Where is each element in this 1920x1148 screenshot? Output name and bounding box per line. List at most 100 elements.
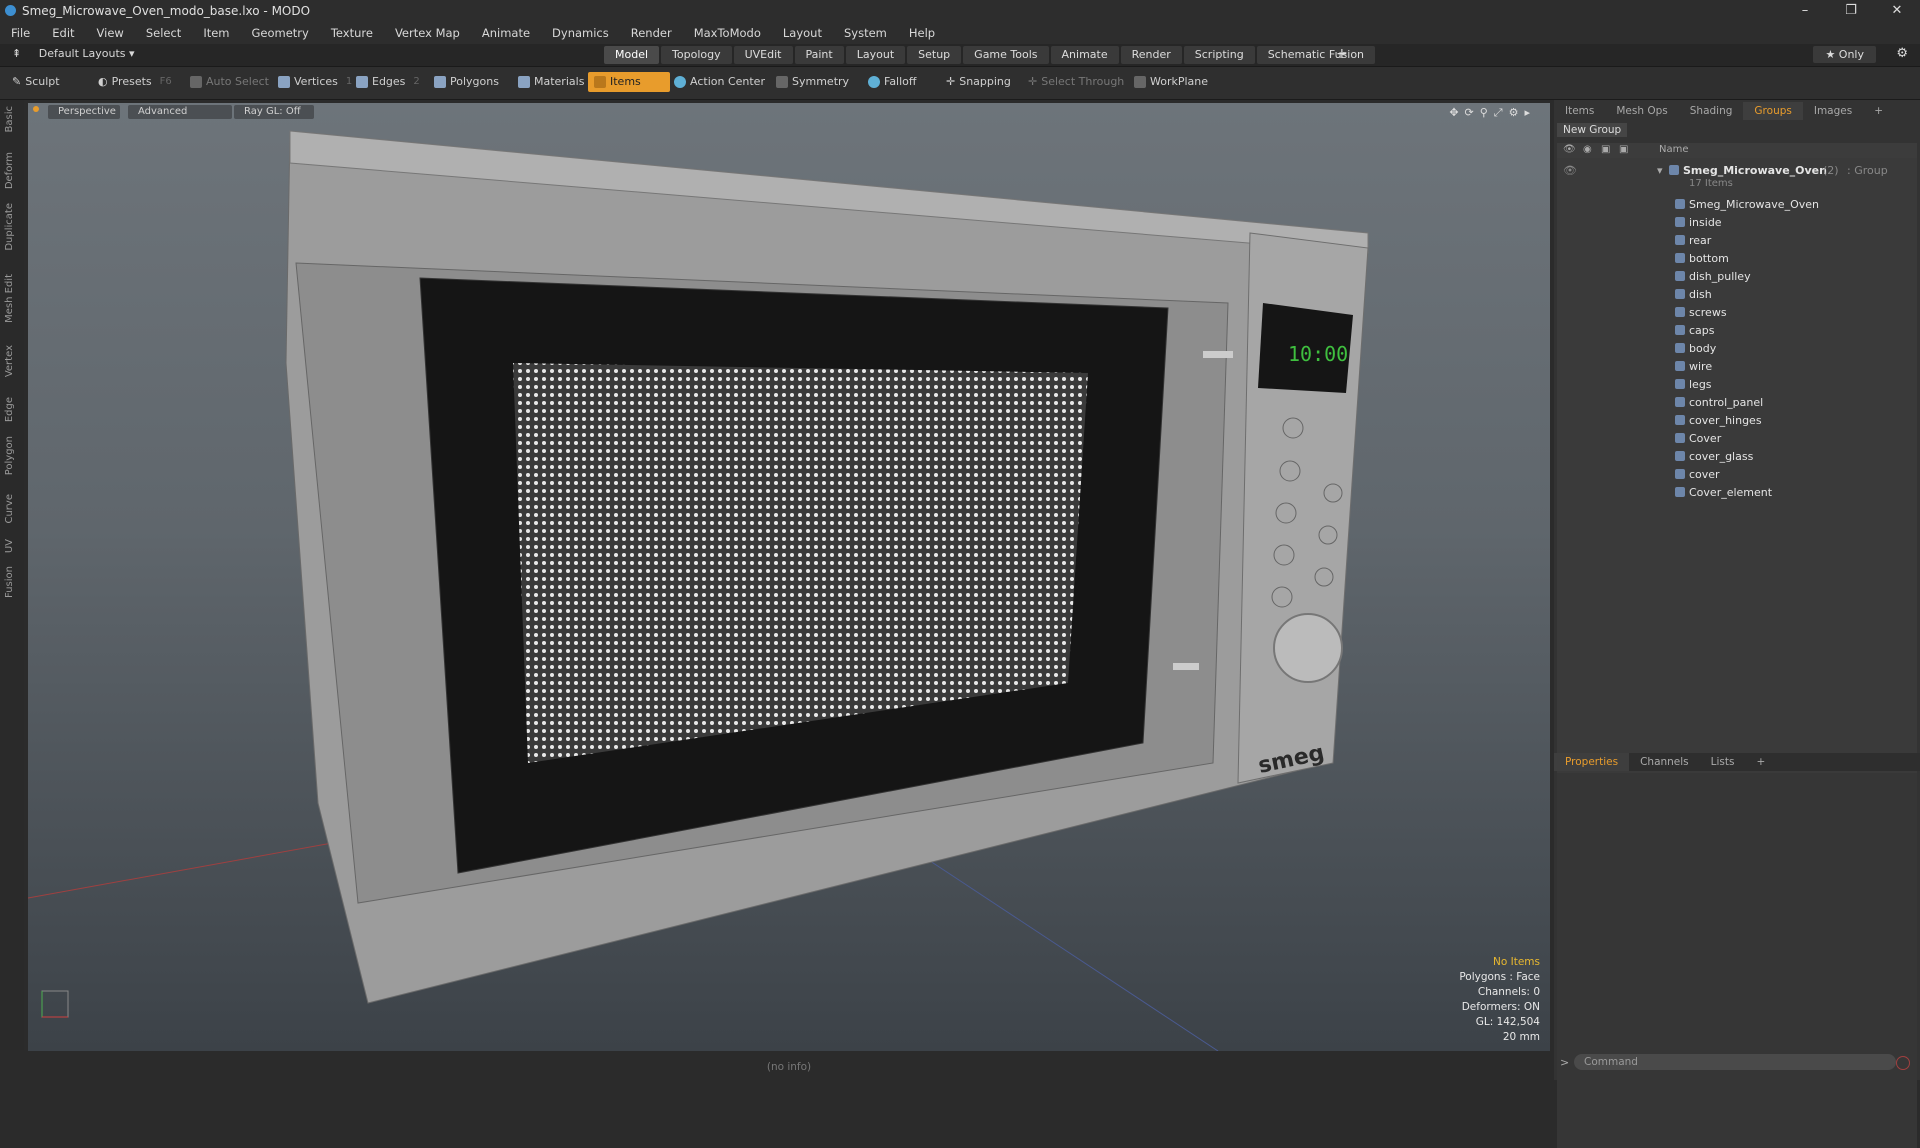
left-tab-uv[interactable]: UV: [4, 539, 18, 553]
mode-tab-layout[interactable]: Layout: [845, 46, 906, 64]
left-tab-curve[interactable]: Curve: [4, 494, 18, 524]
prop-tab-add[interactable]: +: [1745, 753, 1776, 771]
close-button[interactable]: ✕: [1874, 0, 1920, 22]
add-tab-button[interactable]: +: [1336, 46, 1348, 62]
list-item[interactable]: legs: [1557, 376, 1917, 394]
mode-tab-model[interactable]: Model: [604, 46, 660, 64]
z-axis-line: [917, 852, 1219, 1051]
list-item[interactable]: dish: [1557, 286, 1917, 304]
right-tab-items[interactable]: Items: [1554, 102, 1605, 120]
mode-tab-game-tools[interactable]: Game Tools: [963, 46, 1049, 64]
mode-tab-topology[interactable]: Topology: [661, 46, 732, 64]
list-item[interactable]: Smeg_Microwave_Oven: [1557, 196, 1917, 214]
prop-tab-channels[interactable]: Channels: [1629, 753, 1700, 771]
menu-item-animate[interactable]: Animate: [471, 26, 541, 40]
mode-tab-schematic-fusion[interactable]: Schematic Fusion: [1256, 46, 1376, 64]
mode-tab-setup[interactable]: Setup: [907, 46, 962, 64]
settings-gear-icon[interactable]: ⚙: [1896, 46, 1908, 61]
left-tab-edge[interactable]: Edge: [4, 397, 18, 422]
list-item[interactable]: cover: [1557, 466, 1917, 484]
select-through-button[interactable]: ✛ Select Through: [1022, 72, 1130, 92]
left-tab-fusion[interactable]: Fusion: [4, 566, 18, 598]
mode-tab-paint[interactable]: Paint: [794, 46, 844, 64]
list-item[interactable]: caps: [1557, 322, 1917, 340]
new-group-button[interactable]: New Group: [1557, 123, 1628, 137]
sculpt-button[interactable]: ✎ Sculpt: [6, 72, 66, 92]
list-item[interactable]: screws: [1557, 304, 1917, 322]
mode-tab-render[interactable]: Render: [1120, 46, 1182, 64]
lock-icon[interactable]: ▣: [1601, 144, 1610, 155]
prop-tab-properties[interactable]: Properties: [1554, 753, 1630, 771]
menu-item-layout[interactable]: Layout: [772, 26, 833, 40]
right-tab-mesh-ops[interactable]: Mesh Ops: [1605, 102, 1678, 120]
list-item[interactable]: bottom: [1557, 250, 1917, 268]
name-column-header[interactable]: Name: [1659, 144, 1689, 155]
right-tab-groups[interactable]: Groups: [1743, 102, 1803, 120]
list-item[interactable]: rear: [1557, 232, 1917, 250]
left-tab-vertex[interactable]: Vertex: [4, 345, 18, 377]
left-tab-duplicate[interactable]: Duplicate: [4, 203, 18, 251]
menu-item-file[interactable]: File: [0, 26, 41, 40]
mode-tab-uvedit[interactable]: UVEdit: [733, 46, 793, 64]
right-tab-add[interactable]: +: [1863, 102, 1894, 120]
falloff-button[interactable]: Falloff: [862, 72, 922, 92]
select-icon[interactable]: ▣: [1619, 144, 1628, 155]
right-tab-images[interactable]: Images: [1803, 102, 1863, 120]
group-eye-icon[interactable]: 👁: [1563, 164, 1577, 177]
list-item[interactable]: control_panel: [1557, 394, 1917, 412]
menu-item-geometry[interactable]: Geometry: [241, 26, 320, 40]
items-button[interactable]: Items: [588, 72, 670, 92]
left-tab-polygon[interactable]: Polygon: [4, 436, 18, 475]
list-item[interactable]: cover_glass: [1557, 448, 1917, 466]
polygons-button[interactable]: Polygons: [428, 72, 505, 92]
materials-button[interactable]: Materials: [512, 72, 590, 92]
list-item[interactable]: body: [1557, 340, 1917, 358]
edges-shortcut: 2: [413, 76, 420, 87]
menu-item-dynamics[interactable]: Dynamics: [541, 26, 620, 40]
menu-item-vertex-map[interactable]: Vertex Map: [384, 26, 471, 40]
menu-item-system[interactable]: System: [833, 26, 898, 40]
groups-tree: 👁 ▾ Smeg_Microwave_Oven (2) : Group 17 I…: [1557, 158, 1917, 848]
left-tab-deform[interactable]: Deform: [4, 152, 18, 189]
menu-item-texture[interactable]: Texture: [320, 26, 384, 40]
presets-button[interactable]: ◐ Presets F6: [92, 72, 178, 92]
menu-item-select[interactable]: Select: [135, 26, 192, 40]
edges-button[interactable]: Edges 2: [350, 72, 426, 92]
workplane-button[interactable]: WorkPlane: [1128, 72, 1214, 92]
left-tab-basic[interactable]: Basic: [4, 106, 18, 132]
group-expand-icon[interactable]: ▾: [1657, 164, 1663, 177]
list-item[interactable]: wire: [1557, 358, 1917, 376]
menu-item-help[interactable]: Help: [898, 26, 946, 40]
list-item[interactable]: inside: [1557, 214, 1917, 232]
vertices-button[interactable]: Vertices 1: [272, 72, 358, 92]
minimize-button[interactable]: –: [1782, 0, 1828, 22]
3d-viewport[interactable]: Perspective Advanced Ray GL: Off ✥⟳⚲⤢⚙▸ …: [28, 103, 1550, 1051]
only-button[interactable]: ★ Only: [1813, 46, 1876, 63]
list-item[interactable]: dish_pulley: [1557, 268, 1917, 286]
list-item[interactable]: Cover_element: [1557, 484, 1917, 502]
menu-item-view[interactable]: View: [86, 26, 135, 40]
list-item[interactable]: cover_hinges: [1557, 412, 1917, 430]
menu-item-maxtomodo[interactable]: MaxToModo: [683, 26, 772, 40]
snapping-button[interactable]: ✛ Snapping: [940, 72, 1017, 92]
auto-select-button[interactable]: Auto Select: [184, 72, 275, 92]
command-clear-icon[interactable]: [1896, 1056, 1910, 1070]
command-input[interactable]: Command: [1574, 1054, 1896, 1070]
action-center-button[interactable]: Action Center: [668, 72, 771, 92]
maximize-button[interactable]: ❐: [1828, 0, 1874, 22]
right-tab-shading[interactable]: Shading: [1679, 102, 1744, 120]
items-label: Items: [610, 75, 641, 88]
mode-tab-animate[interactable]: Animate: [1050, 46, 1119, 64]
mode-tab-scripting[interactable]: Scripting: [1183, 46, 1255, 64]
menu-item-render[interactable]: Render: [620, 26, 683, 40]
menu-item-item[interactable]: Item: [192, 26, 240, 40]
layouts-dropdown[interactable]: ⇞ Default Layouts ▾: [12, 47, 135, 60]
list-item[interactable]: Cover: [1557, 430, 1917, 448]
gl-info: GL: 142,504: [1475, 1016, 1540, 1028]
render-icon[interactable]: ◉: [1583, 144, 1592, 155]
prop-tab-lists[interactable]: Lists: [1700, 753, 1746, 771]
symmetry-button[interactable]: Symmetry: [770, 72, 855, 92]
visibility-eye-icon[interactable]: 👁: [1563, 144, 1576, 155]
menu-item-edit[interactable]: Edit: [41, 26, 85, 40]
left-tab-mesh-edit[interactable]: Mesh Edit: [4, 274, 18, 323]
